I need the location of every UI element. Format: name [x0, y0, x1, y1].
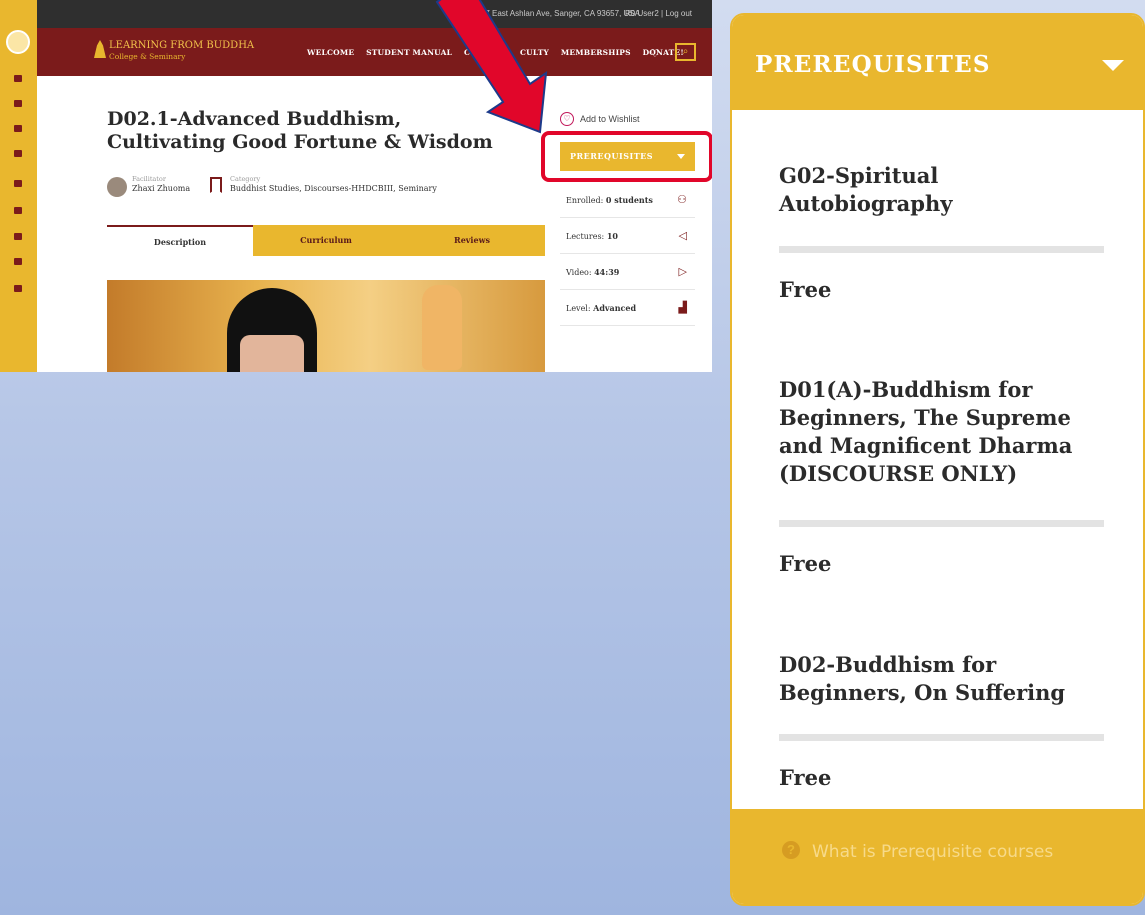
panel-title: PREREQUISITES	[755, 51, 991, 78]
progress-bar	[779, 520, 1104, 527]
prereq-course-price: Free	[779, 765, 832, 790]
chevron-down-icon[interactable]	[1102, 60, 1124, 71]
prereq-course-name[interactable]: D01(A)-Buddhism for Beginners, The Supre…	[779, 376, 1099, 488]
progress-bar	[779, 246, 1104, 253]
prereq-course-price: Free	[779, 551, 832, 576]
question-circle-icon: ?	[782, 841, 800, 859]
prereq-course-name[interactable]: D02-Buddhism for Beginners, On Suffering	[779, 651, 1099, 707]
panel-header[interactable]: PREREQUISITES	[732, 15, 1143, 110]
prereq-course-name[interactable]: G02-Spiritual Autobiography	[779, 162, 1099, 218]
panel-footer: ? What is Prerequisite courses	[732, 809, 1143, 904]
arrow-shape	[435, 0, 548, 134]
prerequisite-info-link[interactable]: What is Prerequisite courses	[812, 842, 1053, 862]
progress-bar	[779, 734, 1104, 741]
prerequisites-panel: PREREQUISITES G02-Spiritual Autobiograph…	[730, 13, 1145, 906]
course-page-screenshot: 7007 East Ashlan Ave, Sanger, CA 93657, …	[0, 0, 712, 372]
pointer-arrow	[435, 0, 548, 134]
prereq-course-price: Free	[779, 277, 832, 302]
